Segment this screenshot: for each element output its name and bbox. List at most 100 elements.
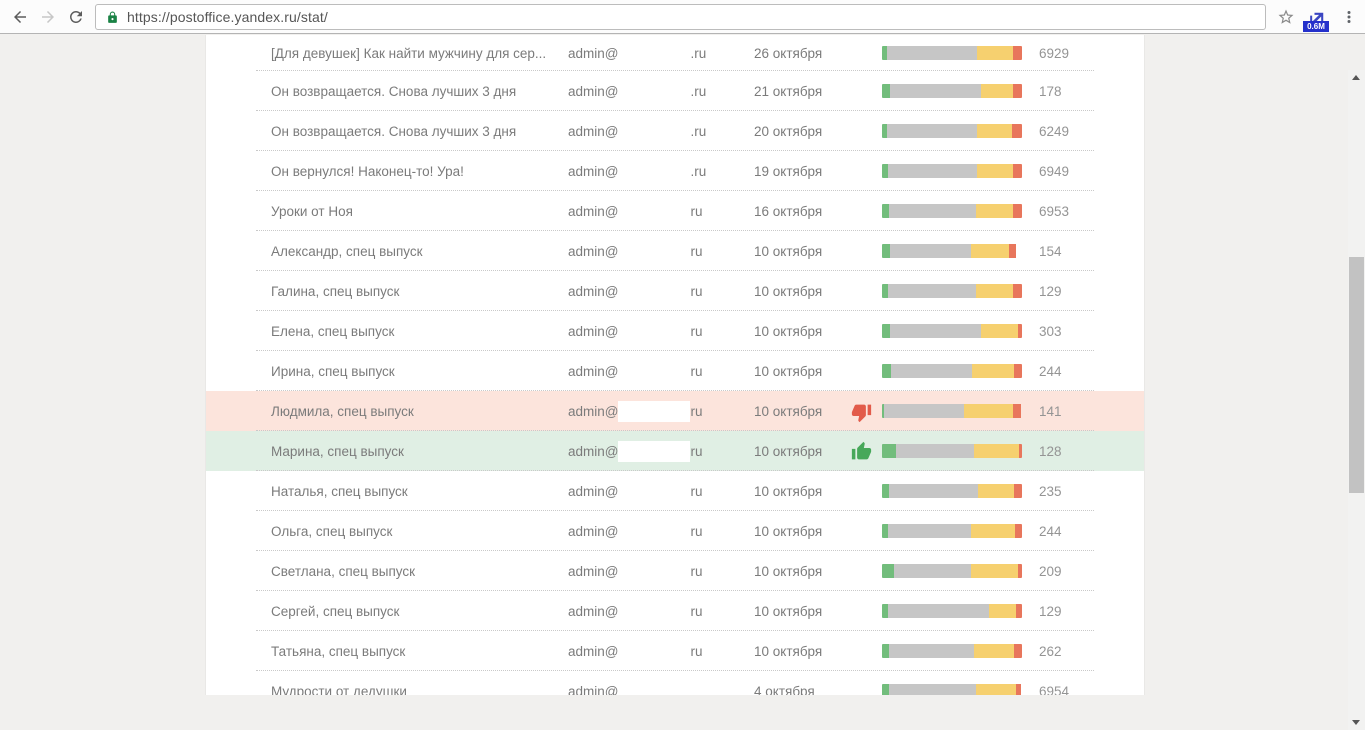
bar-segment-red bbox=[1012, 124, 1022, 138]
thumb-down-icon[interactable] bbox=[851, 402, 872, 423]
campaign-row[interactable]: Марина, спец выпуск admin@ru 10 октября … bbox=[206, 431, 1144, 471]
message-count: 6929 bbox=[1022, 46, 1144, 61]
email-prefix: admin@ bbox=[568, 204, 618, 219]
email-censor-box bbox=[618, 521, 690, 542]
campaign-row[interactable]: Ирина, спец выпуск admin@ru 10 октября 2… bbox=[206, 351, 1144, 391]
campaign-row[interactable]: Уроки от Ноя admin@ru 16 октября 6953 bbox=[206, 191, 1144, 231]
scrollbar-up-arrow[interactable] bbox=[1348, 70, 1365, 85]
bar-segment-green bbox=[882, 204, 889, 218]
bar-segment-green bbox=[882, 444, 896, 458]
url-text[interactable]: https://postoffice.yandex.ru/stat/ bbox=[127, 9, 328, 25]
bar-segment-yellow bbox=[976, 684, 1016, 695]
vote-cell bbox=[851, 439, 882, 463]
address-bar[interactable]: https://postoffice.yandex.ru/stat/ bbox=[95, 4, 1266, 30]
bar-segment-yellow bbox=[971, 244, 1009, 258]
bar-segment-gray bbox=[890, 244, 971, 258]
vote-cell bbox=[851, 319, 882, 343]
bookmark-star-button[interactable] bbox=[1274, 5, 1298, 29]
bar-segment-yellow bbox=[981, 84, 1013, 98]
campaign-row[interactable]: [Для девушек] Как найти мужчину для сер.… bbox=[206, 35, 1144, 71]
email-prefix: admin@ bbox=[568, 124, 618, 139]
email-prefix: admin@ bbox=[568, 364, 618, 379]
sender-email: admin@.ru bbox=[568, 161, 754, 182]
campaign-subject: Елена, спец выпуск bbox=[271, 324, 568, 339]
email-censor-box bbox=[618, 161, 690, 182]
message-count: 303 bbox=[1022, 324, 1144, 339]
bar-segment-red bbox=[1013, 46, 1022, 60]
email-prefix: admin@ bbox=[568, 46, 618, 61]
bar-segment-red bbox=[1013, 204, 1022, 218]
bar-segment-yellow bbox=[964, 404, 1013, 418]
menu-button[interactable] bbox=[1337, 5, 1361, 29]
email-prefix: admin@ bbox=[568, 444, 618, 459]
bar-segment-gray bbox=[894, 564, 971, 578]
campaign-subject: Ольга, спец выпуск bbox=[271, 524, 568, 539]
forward-button[interactable] bbox=[36, 5, 60, 29]
vote-cell bbox=[851, 599, 882, 623]
campaign-row[interactable]: Мудрости от дедушки admin@ 4 октября 695… bbox=[206, 671, 1144, 695]
bar-segment-red bbox=[1013, 404, 1021, 418]
vote-cell bbox=[851, 479, 882, 503]
campaign-row[interactable]: Александр, спец выпуск admin@ru 10 октяб… bbox=[206, 231, 1144, 271]
delivery-stats-bar bbox=[882, 364, 1022, 378]
extension-badge: 0.6M bbox=[1303, 21, 1329, 32]
page-scrollbar[interactable] bbox=[1348, 70, 1365, 730]
bar-segment-yellow bbox=[977, 46, 1013, 60]
campaign-row[interactable]: Людмила, спец выпуск admin@ru 10 октября… bbox=[206, 391, 1144, 431]
reload-button[interactable] bbox=[64, 5, 88, 29]
campaign-subject: Светлана, спец выпуск bbox=[271, 564, 568, 579]
delivery-stats-bar bbox=[882, 324, 1022, 338]
vote-cell bbox=[851, 119, 882, 143]
delivery-stats-bar bbox=[882, 244, 1022, 258]
lock-icon[interactable] bbox=[106, 11, 119, 24]
sender-email: admin@.ru bbox=[568, 81, 754, 102]
message-count: 129 bbox=[1022, 604, 1144, 619]
email-censor-box bbox=[618, 481, 690, 502]
bar-segment-yellow bbox=[976, 204, 1013, 218]
campaign-row[interactable]: Ольга, спец выпуск admin@ru 10 октября 2… bbox=[206, 511, 1144, 551]
message-count: 262 bbox=[1022, 644, 1144, 659]
bar-segment-gray bbox=[889, 644, 974, 658]
campaign-row[interactable]: Он возвращается. Снова лучших 3 дня admi… bbox=[206, 111, 1144, 151]
bar-segment-gray bbox=[890, 84, 981, 98]
email-suffix: ru bbox=[690, 444, 702, 459]
bar-segment-red bbox=[1016, 684, 1021, 695]
scrollbar-thumb[interactable] bbox=[1349, 257, 1364, 493]
email-prefix: admin@ bbox=[568, 324, 618, 339]
message-count: 6953 bbox=[1022, 204, 1144, 219]
email-suffix: ru bbox=[690, 364, 702, 379]
campaign-row[interactable]: Наталья, спец выпуск admin@ru 10 октября… bbox=[206, 471, 1144, 511]
back-button[interactable] bbox=[8, 5, 32, 29]
email-censor-box bbox=[618, 201, 690, 222]
email-suffix: .ru bbox=[690, 124, 706, 139]
delivery-stats-bar bbox=[882, 204, 1022, 218]
bar-segment-green bbox=[882, 684, 889, 695]
email-suffix: ru bbox=[690, 204, 702, 219]
campaign-row[interactable]: Светлана, спец выпуск admin@ru 10 октябр… bbox=[206, 551, 1144, 591]
bar-segment-green bbox=[882, 644, 889, 658]
email-prefix: admin@ bbox=[568, 484, 618, 499]
campaign-subject: Татьяна, спец выпуск bbox=[271, 644, 568, 659]
bar-segment-yellow bbox=[971, 524, 1015, 538]
scrollbar-down-arrow[interactable] bbox=[1348, 715, 1365, 730]
bar-segment-gray bbox=[888, 524, 971, 538]
email-suffix: ru bbox=[690, 404, 702, 419]
campaign-row[interactable]: Татьяна, спец выпуск admin@ru 10 октября… bbox=[206, 631, 1144, 671]
sender-email: admin@ ru bbox=[568, 361, 754, 382]
campaign-row[interactable]: Он возвращается. Снова лучших 3 дня admi… bbox=[206, 71, 1144, 111]
message-count: 6954 bbox=[1022, 684, 1144, 696]
send-date: 10 октября bbox=[754, 244, 851, 259]
campaign-row[interactable]: Сергей, спец выпуск admin@ru 10 октября … bbox=[206, 591, 1144, 631]
send-date: 10 октября bbox=[754, 484, 851, 499]
vote-cell bbox=[851, 159, 882, 183]
bar-segment-yellow bbox=[977, 124, 1012, 138]
send-date: 16 октября bbox=[754, 204, 851, 219]
email-censor-box bbox=[618, 361, 690, 382]
thumb-up-icon[interactable] bbox=[851, 441, 872, 462]
campaign-row[interactable]: Елена, спец выпуск admin@ru 10 октября 3… bbox=[206, 311, 1144, 351]
campaign-row[interactable]: Он вернулся! Наконец-то! Ура! admin@.ru … bbox=[206, 151, 1144, 191]
campaign-row[interactable]: Галина, спец выпуск admin@ru 10 октября … bbox=[206, 271, 1144, 311]
email-suffix: ru bbox=[690, 564, 702, 579]
email-censor-box bbox=[618, 681, 690, 696]
bar-segment-yellow bbox=[989, 604, 1016, 618]
